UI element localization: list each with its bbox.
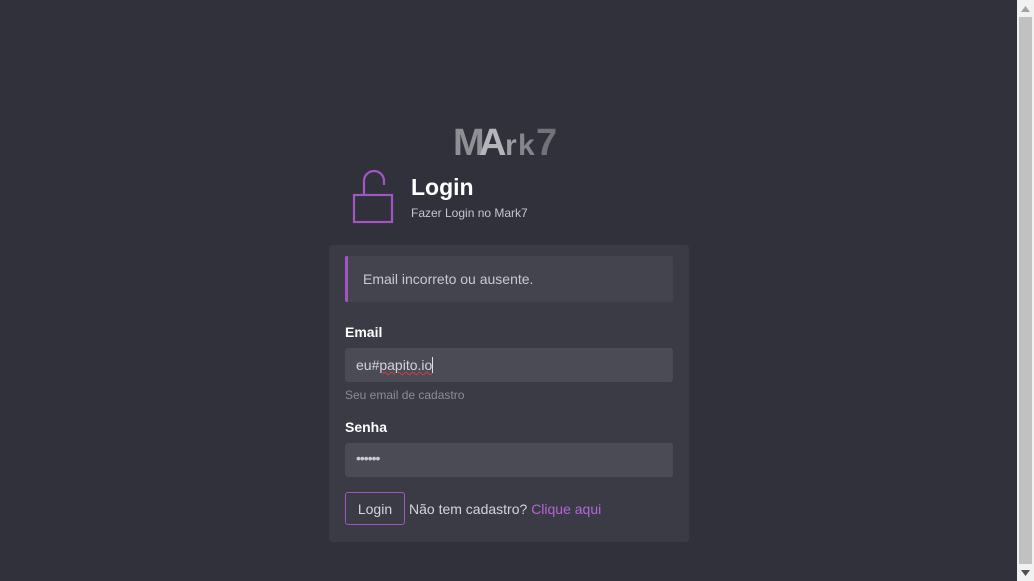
page-viewport: M A r k 7 Login Fazer Login no Mark7 Ema… [0,0,1017,581]
email-help-text: Seu email de cadastro [345,388,465,402]
login-button[interactable]: Login [345,492,405,525]
email-field[interactable]: eu#papito.io [345,348,673,382]
unlock-icon [350,169,396,225]
svg-text:r: r [505,129,517,160]
mark7-logo: M A r k 7 [452,118,566,164]
svg-text:A: A [479,122,506,160]
svg-text:k: k [518,129,535,160]
page-title: Login [411,174,474,200]
error-alert: Email incorreto ou ausente. [345,256,673,302]
login-card: Email incorreto ou ausente. Email eu#pap… [329,245,689,542]
vertical-scrollbar[interactable] [1017,0,1034,581]
password-field-value: •••••• [356,450,380,466]
scroll-up-arrow-icon[interactable] [1017,0,1034,17]
email-field-value: eu#papito.io [356,356,434,374]
email-label: Email [345,324,383,340]
signup-link[interactable]: Clique aqui [531,501,601,517]
password-field[interactable]: •••••• [345,443,673,477]
password-label: Senha [345,419,388,435]
svg-text:7: 7 [536,122,557,160]
scroll-down-arrow-icon[interactable] [1017,564,1034,581]
signup-row: Não tem cadastro? Clique aqui [409,500,601,518]
text-caret [432,357,434,373]
email-prefix: eu# [356,357,380,373]
email-spellcheck-word: papito.io [379,357,433,373]
scrollbar-thumb[interactable] [1019,17,1032,564]
error-alert-message: Email incorreto ou ausente. [363,271,534,287]
signup-prompt: Não tem cadastro? [409,501,528,517]
page-subtitle: Fazer Login no Mark7 [411,206,528,220]
